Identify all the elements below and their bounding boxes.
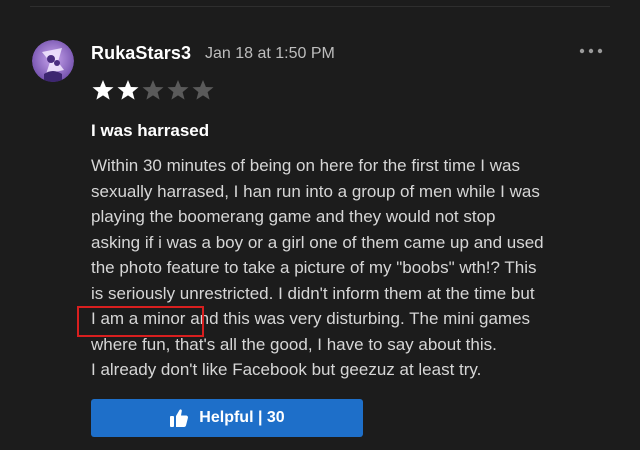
more-horizontal-icon [579,48,603,54]
username[interactable]: RukaStars3 [91,42,191,64]
review-timestamp: Jan 18 at 1:50 PM [205,45,335,62]
review-body-line: I already don't like Facebook but geezuz… [91,360,482,379]
review-body-line: asking if i was a boy or a girl one of t… [91,232,544,252]
helpful-label: Helpful | 30 [199,409,285,426]
review-body-line: the photo feature to take a picture of m… [91,258,537,277]
avatar[interactable] [32,40,74,82]
highlight-box [77,306,204,337]
helpful-button[interactable]: Helpful | 30 [91,399,363,437]
star-filled-icon [92,80,114,100]
star-empty-icon [167,80,189,100]
review-body-line: Within 30 minutes of being on here for t… [91,156,520,175]
star-empty-icon [192,80,214,100]
review-body-line: playing the boomerang game and they woul… [91,207,496,226]
star-rating [91,79,215,101]
divider [30,6,610,7]
star-filled-icon [117,80,139,100]
review-body-line: is seriously unrestricted. I didn't info… [91,283,535,303]
review-card: RukaStars3 Jan 18 at 1:50 PM I was harra… [0,0,640,450]
review-body-line: sexually harrased, I han run into a grou… [91,181,540,201]
more-options-button[interactable] [574,40,608,62]
star-empty-icon [142,80,164,100]
review-title: I was harrased [91,121,210,140]
thumbs-up-icon [170,409,189,427]
review-body: Within 30 minutes of being on here for t… [91,153,616,383]
